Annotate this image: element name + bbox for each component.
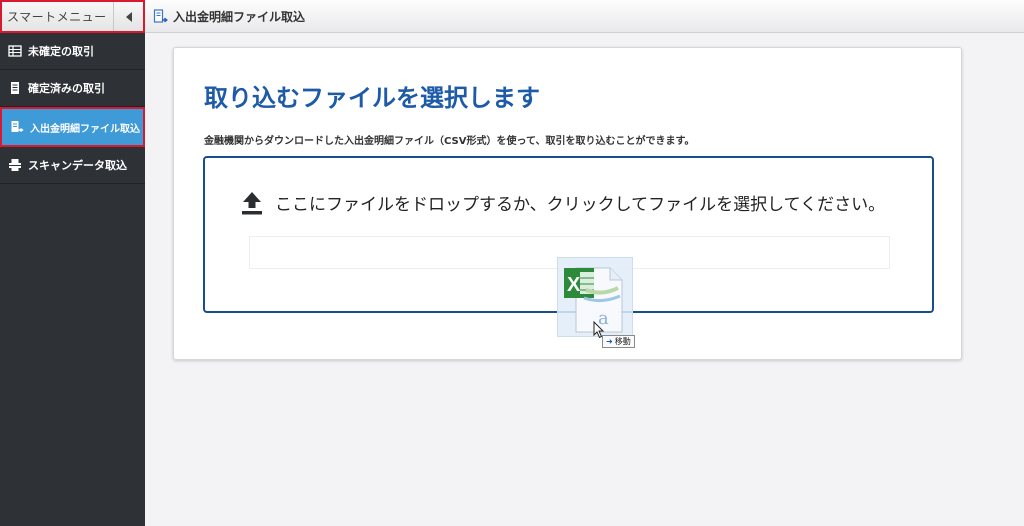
- scanner-icon: [9, 159, 21, 171]
- chevron-left-icon: [125, 11, 132, 22]
- smart-menu-title: スマートメニュー: [7, 10, 107, 24]
- file-import-icon: [11, 121, 24, 133]
- sidebar-item-file-import[interactable]: 入出金明細ファイル取込: [0, 107, 145, 147]
- drag-move-badge: ➜ 移動: [602, 335, 635, 348]
- page-title: 入出金明細ファイル取込: [173, 9, 306, 24]
- smart-menu-header: スマートメニュー: [0, 0, 145, 33]
- collapse-sidebar-button[interactable]: [113, 2, 143, 31]
- sidebar-item-label: スキャンデータ取込: [28, 159, 127, 172]
- page-header: 入出金明細ファイル取込: [145, 0, 1024, 33]
- dropzone-prompt: ここにファイルをドロップするか、クリックしてファイルを選択してください。: [241, 190, 885, 215]
- card-heading: 取り込むファイルを選択します: [204, 84, 540, 112]
- document-icon: [11, 82, 19, 94]
- file-import-icon: [153, 8, 168, 23]
- dropzone-text: ここにファイルをドロップするか、クリックしてファイルを選択してください。: [275, 195, 886, 215]
- list-icon: [8, 45, 22, 57]
- sidebar-item-scan-import[interactable]: スキャンデータ取込: [0, 147, 145, 184]
- sidebar-item-label: 未確定の取引: [28, 45, 94, 58]
- sidebar-item-label: 入出金明細ファイル取込: [30, 123, 140, 135]
- sidebar-item-label: 確定済みの取引: [28, 82, 105, 95]
- upload-icon: [242, 191, 262, 214]
- svg-text:X: X: [567, 274, 581, 296]
- sidebar-item-unconfirmed[interactable]: 未確定の取引: [0, 33, 145, 70]
- move-badge-label: 移動: [614, 337, 631, 346]
- sidebar-menu: 未確定の取引 確定済みの取引 入出金明細ファイル取込 スキャンデータ取込: [0, 33, 145, 184]
- arrow-right-icon: ➜: [606, 337, 613, 346]
- card-description: 金融機関からダウンロードした入出金明細ファイル（CSV形式）を使って、取引を取り…: [204, 136, 695, 147]
- sidebar: スマートメニュー 未確定の取引 確定済みの取引 入出金明細ファイル取込 スキャン…: [0, 0, 145, 526]
- sidebar-item-confirmed[interactable]: 確定済みの取引: [0, 70, 145, 107]
